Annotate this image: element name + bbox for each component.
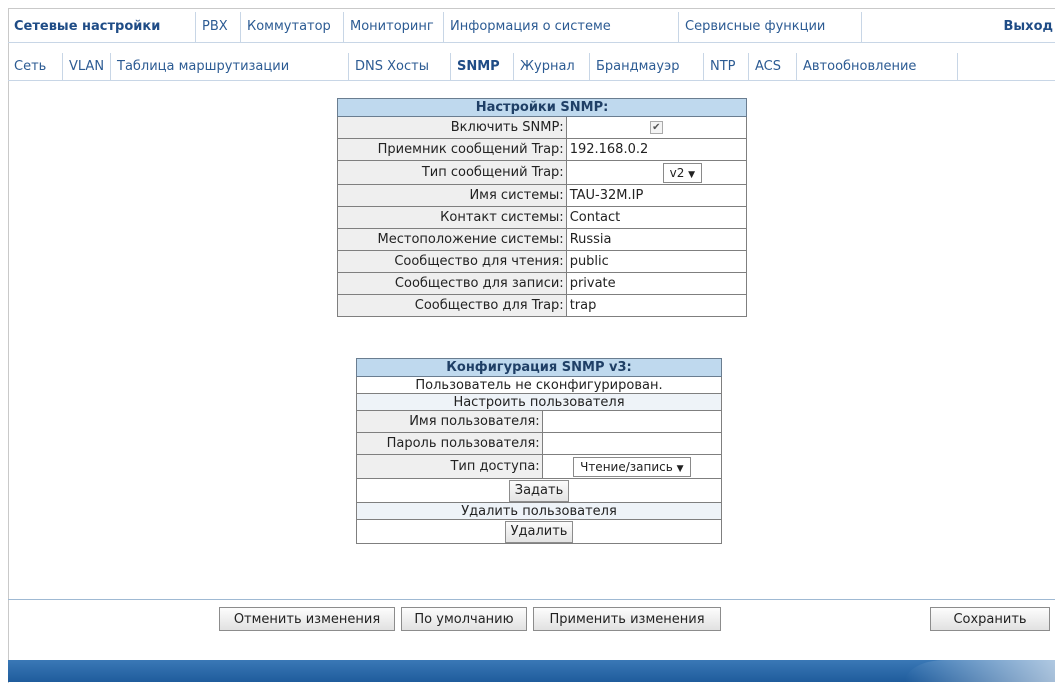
password-label: Пароль пользователя:: [356, 432, 543, 455]
delete-user-button[interactable]: Удалить: [504, 520, 574, 543]
chevron-down-icon: ▼: [676, 463, 684, 474]
access-type-value: Чтение/запись: [580, 459, 673, 474]
exit-link[interactable]: Выход: [1004, 12, 1055, 42]
trap-type-label: Тип сообщений Trap:: [337, 160, 567, 185]
trap-community-label: Сообщество для Trap:: [337, 294, 567, 317]
delete-user-heading: Удалить пользователя: [356, 502, 722, 520]
snmpv3-title: Конфигурация SNMP v3:: [356, 358, 722, 377]
primary-nav: Сетевые настройки PBX Коммутатор Монитор…: [8, 12, 1055, 43]
enable-snmp-checkbox[interactable]: ✔: [649, 121, 663, 134]
tab-system-info[interactable]: Информация о системе: [444, 12, 679, 42]
subtab-dns-hosts[interactable]: DNS Хосты: [349, 53, 451, 80]
setup-user-heading: Настроить пользователя: [356, 393, 722, 411]
access-type-label: Тип доступа:: [356, 454, 543, 479]
username-label: Имя пользователя:: [356, 410, 543, 433]
tab-switch[interactable]: Коммутатор: [241, 12, 344, 42]
subtab-network[interactable]: Сеть: [8, 53, 63, 80]
snmp-settings-table: Настройки SNMP: Включить SNMP: ✔ Приемни…: [337, 98, 748, 317]
tab-service-functions[interactable]: Сервисные функции: [679, 12, 862, 42]
subtab-journal[interactable]: Журнал: [514, 53, 590, 80]
cancel-changes-button[interactable]: Отменить изменения: [219, 607, 395, 631]
footer-bar: [8, 660, 1055, 682]
subtab-firewall[interactable]: Брандмауэр: [590, 53, 704, 80]
chevron-down-icon: ▼: [688, 169, 696, 180]
trap-receiver-input[interactable]: 192.168.0.2: [565, 138, 748, 161]
enable-snmp-label: Включить SNMP:: [337, 116, 567, 139]
snmp-settings-title: Настройки SNMP:: [337, 98, 747, 117]
write-community-label: Сообщество для записи:: [337, 272, 567, 295]
bottom-separator: [8, 599, 1055, 600]
tab-network-settings[interactable]: Сетевые настройки: [8, 12, 196, 42]
system-name-input[interactable]: TAU-32M.IP: [565, 184, 748, 207]
defaults-button[interactable]: По умолчанию: [401, 607, 527, 631]
subtab-vlan[interactable]: VLAN: [63, 53, 111, 80]
set-user-button[interactable]: Задать: [508, 479, 570, 502]
subtab-routing-table[interactable]: Таблица маршрутизации: [111, 53, 349, 80]
password-input[interactable]: [541, 432, 723, 455]
apply-changes-button[interactable]: Применить изменения: [533, 607, 721, 631]
system-contact-label: Контакт системы:: [337, 206, 567, 229]
username-input[interactable]: [541, 410, 723, 433]
system-name-label: Имя системы:: [337, 184, 567, 207]
snmpv3-table: Конфигурация SNMP v3: Пользователь не ск…: [356, 358, 723, 544]
trap-community-input[interactable]: trap: [565, 294, 748, 317]
trap-type-select[interactable]: v2 ▼: [662, 162, 703, 183]
system-location-input[interactable]: Russia: [565, 228, 748, 251]
trap-type-value: v2: [669, 165, 685, 180]
subtab-ntp[interactable]: NTP: [704, 53, 749, 80]
secondary-nav: Сеть VLAN Таблица маршрутизации DNS Хост…: [8, 53, 1055, 81]
read-community-input[interactable]: public: [565, 250, 748, 273]
trap-receiver-label: Приемник сообщений Trap:: [337, 138, 567, 161]
write-community-input[interactable]: private: [565, 272, 748, 295]
tab-pbx[interactable]: PBX: [196, 12, 241, 42]
tab-monitoring[interactable]: Мониторинг: [344, 12, 444, 42]
access-type-select[interactable]: Чтение/запись ▼: [573, 456, 691, 477]
save-button[interactable]: Сохранить: [930, 607, 1050, 631]
footer-decoration: [905, 660, 1055, 682]
snmpv3-status-note: Пользователь не сконфигурирован.: [356, 376, 722, 394]
subtab-autoupdate[interactable]: Автообновление: [797, 53, 958, 80]
read-community-label: Сообщество для чтения:: [337, 250, 567, 273]
system-location-label: Местоположение системы:: [337, 228, 567, 251]
system-contact-input[interactable]: Contact: [565, 206, 748, 229]
subtab-acs[interactable]: ACS: [749, 53, 797, 80]
subtab-snmp[interactable]: SNMP: [451, 53, 514, 80]
